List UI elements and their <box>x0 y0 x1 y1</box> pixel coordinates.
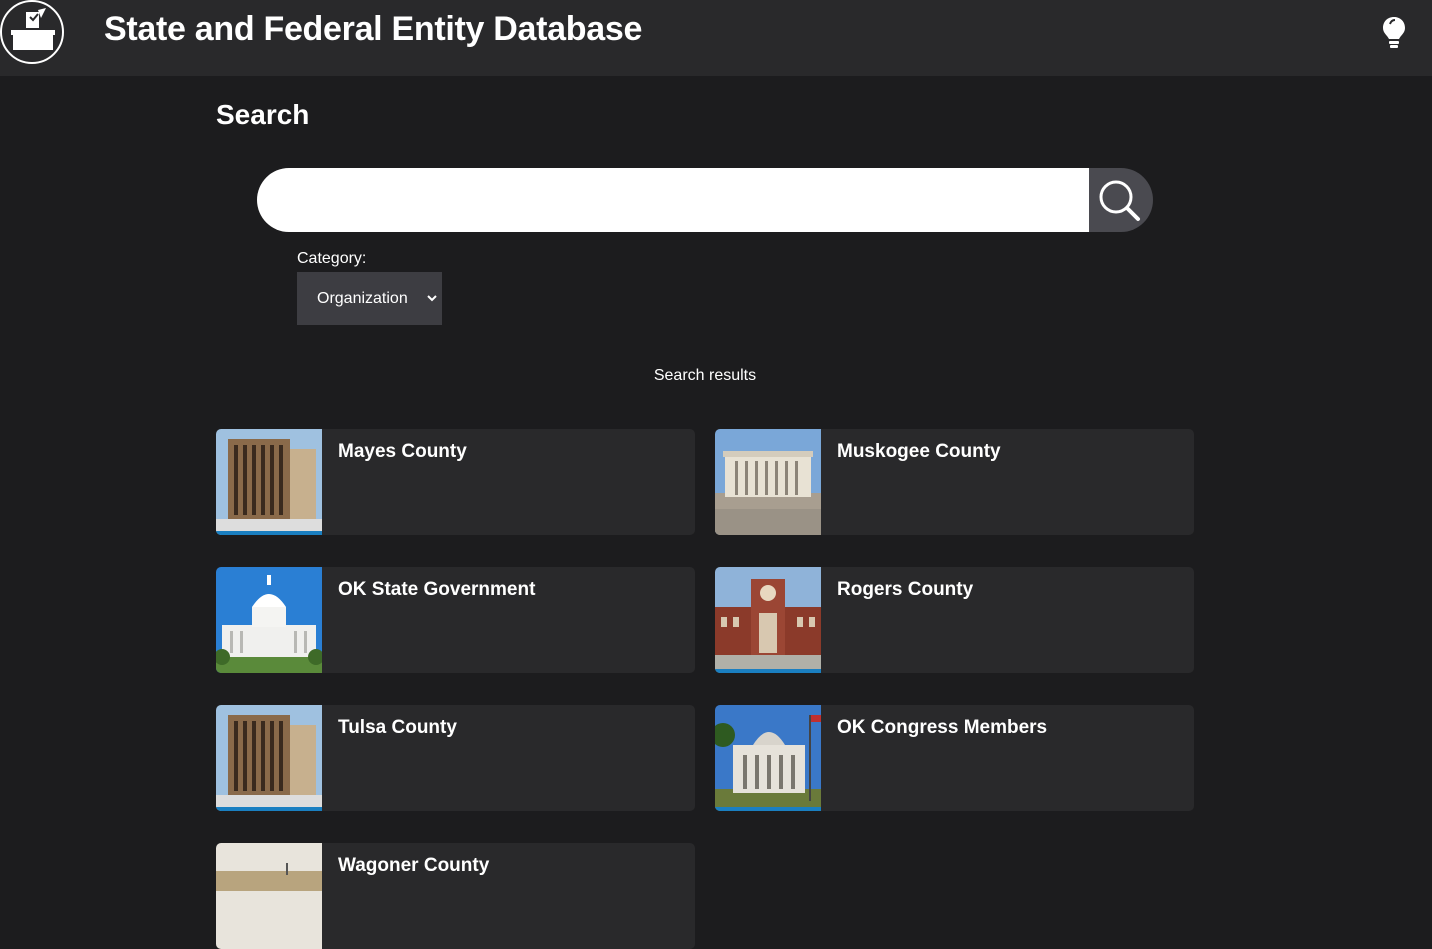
result-thumbnail <box>715 705 821 811</box>
result-card[interactable]: Rogers County <box>715 567 1194 673</box>
results-heading: Search results <box>653 367 757 384</box>
chevron-down-icon <box>427 295 437 302</box>
result-thumbnail <box>715 567 821 673</box>
search-input[interactable] <box>257 168 1089 232</box>
lightbulb-icon[interactable] <box>1380 15 1408 49</box>
result-title: Mayes County <box>338 441 467 462</box>
top-bar: State and Federal Entity Database <box>0 0 1432 76</box>
result-title: OK State Government <box>338 579 536 600</box>
result-card[interactable]: Mayes County <box>216 429 695 535</box>
result-thumbnail <box>216 429 322 535</box>
category-label: Category: <box>297 250 367 267</box>
search-bar <box>257 168 1153 232</box>
result-thumbnail <box>216 705 322 811</box>
result-card[interactable]: Muskogee County <box>715 429 1194 535</box>
search-button[interactable] <box>1089 168 1153 232</box>
category-selected-value: Organization <box>317 290 408 307</box>
result-title: Rogers County <box>837 579 974 600</box>
result-title: Tulsa County <box>338 717 457 738</box>
app-title: State and Federal Entity Database <box>104 10 643 48</box>
search-icon <box>1099 180 1140 221</box>
result-card[interactable]: OK Congress Members <box>715 705 1194 811</box>
result-thumbnail <box>216 567 322 673</box>
category-select[interactable]: Organization <box>297 272 442 325</box>
result-thumbnail <box>715 429 821 535</box>
result-title: Muskogee County <box>837 441 1001 462</box>
result-thumbnail <box>216 843 322 949</box>
result-card[interactable]: OK State Government <box>216 567 695 673</box>
result-card[interactable]: Wagoner County <box>216 843 695 949</box>
result-card[interactable]: Tulsa County <box>216 705 695 811</box>
result-title: OK Congress Members <box>837 717 1048 738</box>
ballot-box-icon[interactable] <box>0 0 64 64</box>
page-title: Search <box>216 99 310 130</box>
result-title: Wagoner County <box>338 855 490 876</box>
